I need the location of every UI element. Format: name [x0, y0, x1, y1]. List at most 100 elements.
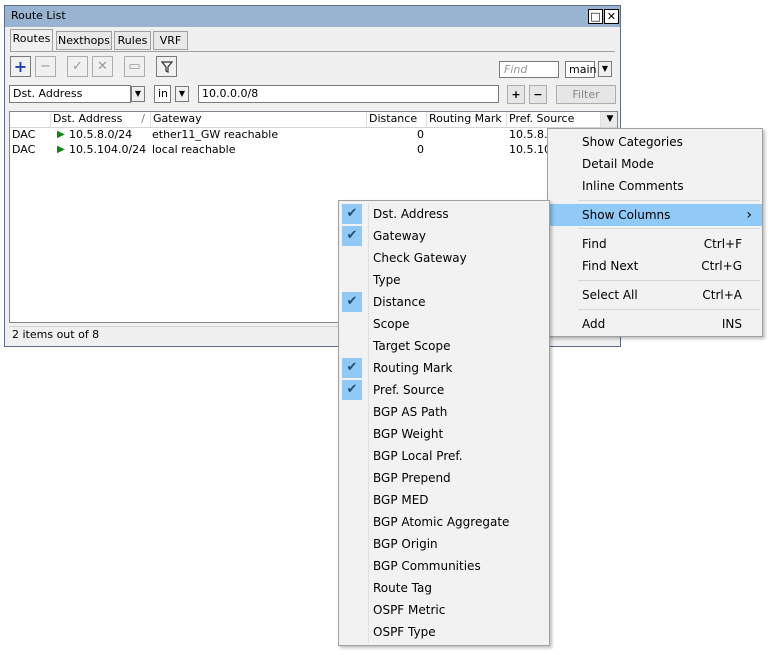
menu-item-label: Add [582, 317, 606, 331]
row-dst-address: 10.5.104.0/24 [69, 143, 147, 156]
column-toggle-item[interactable]: BGP Prepend [339, 467, 549, 489]
menu-item-label: Show Columns [582, 208, 671, 222]
title-bar[interactable]: Route List □ ✕ [5, 6, 620, 27]
column-toggle-label: BGP MED [373, 493, 429, 507]
column-toggle-item[interactable]: BGP MED [339, 489, 549, 511]
row-flags: DAC [12, 143, 36, 156]
column-toggle-item[interactable]: BGP Atomic Aggregate [339, 511, 549, 533]
column-toggle-item[interactable]: ✔ Distance [339, 291, 549, 313]
menu-item-detail-mode[interactable]: Detail Mode [548, 153, 762, 175]
column-toggle-item[interactable]: BGP Local Pref. [339, 445, 549, 467]
menu-item-add[interactable]: Add INS [548, 313, 762, 335]
checkmark-icon: ✔ [342, 292, 362, 312]
chevron-right-icon: › [746, 207, 752, 223]
column-toggle-item[interactable]: Scope [339, 313, 549, 335]
filter-add-button[interactable]: + [507, 85, 525, 104]
tab-nexthops[interactable]: Nexthops [56, 31, 112, 50]
column-header-flags[interactable] [10, 112, 51, 127]
checkmark-icon: ✔ [342, 358, 362, 378]
column-toggle-item[interactable]: ✔ Dst. Address [339, 203, 549, 225]
column-toggle-item[interactable]: Type [339, 269, 549, 291]
column-toggle-item[interactable]: ✔ Pref. Source [339, 379, 549, 401]
tab-routes-label: Routes [12, 32, 51, 45]
column-header-routing-mark[interactable]: Routing Mark [427, 112, 507, 127]
column-toggle-item[interactable]: BGP Communities [339, 555, 549, 577]
column-toggle-label: Gateway [373, 229, 427, 243]
enable-icon[interactable]: ✓ [67, 56, 88, 77]
tab-rules-label: Rules [117, 34, 148, 47]
columns-menu-dropdown-icon[interactable]: ▼ [601, 112, 617, 127]
table-row[interactable]: DAC ▶ 10.5.104.0/24 local reachable 0 10… [10, 143, 617, 158]
column-toggle-item[interactable]: BGP Weight [339, 423, 549, 445]
table-select[interactable]: main [565, 61, 596, 78]
column-toggle-label: BGP Weight [373, 427, 444, 441]
column-header-distance[interactable]: Distance [367, 112, 427, 127]
menu-item-shortcut: INS [721, 317, 742, 331]
column-toggle-label: Distance [373, 295, 426, 309]
menu-item-label: Select All [582, 288, 638, 302]
column-toggle-label: Dst. Address [373, 207, 449, 221]
tab-divider [10, 51, 615, 52]
column-header-gateway[interactable]: Gateway [151, 112, 367, 127]
column-toggle-item[interactable]: BGP Origin [339, 533, 549, 555]
filter-field-dropdown-icon[interactable]: ▼ [131, 86, 145, 102]
add-icon[interactable]: + [10, 56, 31, 77]
column-toggle-label: BGP Local Pref. [373, 449, 463, 463]
column-toggle-label: Route Tag [373, 581, 432, 595]
maximize-button[interactable]: □ [588, 9, 603, 24]
column-toggle-item[interactable]: OSPF Type [339, 621, 549, 643]
menu-item-inline-comments[interactable]: Inline Comments [548, 175, 762, 197]
menu-item-shortcut: Ctrl+G [701, 259, 742, 273]
column-toggle-item[interactable]: OSPF Metric [339, 599, 549, 621]
menu-item-find-next[interactable]: Find Next Ctrl+G [548, 255, 762, 277]
find-input[interactable]: Find [499, 61, 559, 78]
column-header-pref-source[interactable]: Pref. Source [507, 112, 601, 127]
menu-item-find[interactable]: Find Ctrl+F [548, 233, 762, 255]
column-toggle-label: Type [373, 273, 401, 287]
window-title: Route List [11, 9, 66, 22]
menu-item-show-categories[interactable]: Show Categories [548, 131, 762, 153]
menu-item-label: Find [582, 237, 607, 251]
filter-operator-dropdown-icon[interactable]: ▼ [175, 86, 189, 102]
tab-vrf[interactable]: VRF [153, 31, 188, 50]
column-toggle-label: BGP Prepend [373, 471, 451, 485]
table-row[interactable]: DAC ▶ 10.5.8.0/24 ether11_GW reachable 0… [10, 128, 617, 143]
filter-field-select[interactable]: Dst. Address [9, 85, 131, 103]
remove-icon[interactable]: − [35, 56, 56, 77]
filter-button[interactable]: Filter [556, 85, 616, 104]
filter-operator-select[interactable]: in [154, 85, 171, 103]
tab-rules[interactable]: Rules [114, 31, 151, 50]
tab-routes[interactable]: Routes [10, 29, 53, 51]
tab-vrf-label: VRF [159, 34, 182, 47]
filter-icon[interactable] [156, 56, 177, 77]
table-select-dropdown-icon[interactable]: ▼ [598, 61, 612, 77]
close-button[interactable]: ✕ [604, 9, 619, 24]
row-distance: 0 [417, 128, 424, 141]
row-flags: DAC [12, 128, 36, 141]
menu-item-label: Find Next [582, 259, 639, 273]
checkmark-icon: ✔ [342, 226, 362, 246]
filter-value-input[interactable]: 10.0.0.0/8 [198, 85, 499, 103]
column-toggle-item[interactable]: Route Tag [339, 577, 549, 599]
column-header-dst-address-label: Dst. Address [53, 112, 123, 125]
filter-remove-button[interactable]: − [529, 85, 547, 104]
comment-icon[interactable]: ▭ [124, 56, 145, 77]
row-distance: 0 [417, 143, 424, 156]
column-toggle-label: BGP Communities [373, 559, 481, 573]
menu-separator [578, 280, 760, 281]
column-toggle-item[interactable]: Check Gateway [339, 247, 549, 269]
menu-item-label: Inline Comments [582, 179, 684, 193]
column-toggle-item[interactable]: Target Scope [339, 335, 549, 357]
column-toggle-item[interactable]: ✔ Routing Mark [339, 357, 549, 379]
row-gateway: local reachable [152, 143, 236, 156]
column-toggle-item[interactable]: ✔ Gateway [339, 225, 549, 247]
menu-separator [578, 200, 760, 201]
menu-item-select-all[interactable]: Select All Ctrl+A [548, 284, 762, 306]
column-toggle-item[interactable]: BGP AS Path [339, 401, 549, 423]
row-dst-address: 10.5.8.0/24 [69, 128, 133, 141]
column-header-dst-address[interactable]: Dst. Address / [51, 112, 151, 127]
column-toggle-label: BGP Atomic Aggregate [373, 515, 510, 529]
menu-item-label: Show Categories [582, 135, 683, 149]
menu-item-show-columns[interactable]: Show Columns › [548, 204, 762, 226]
disable-icon[interactable]: ✕ [92, 56, 113, 77]
